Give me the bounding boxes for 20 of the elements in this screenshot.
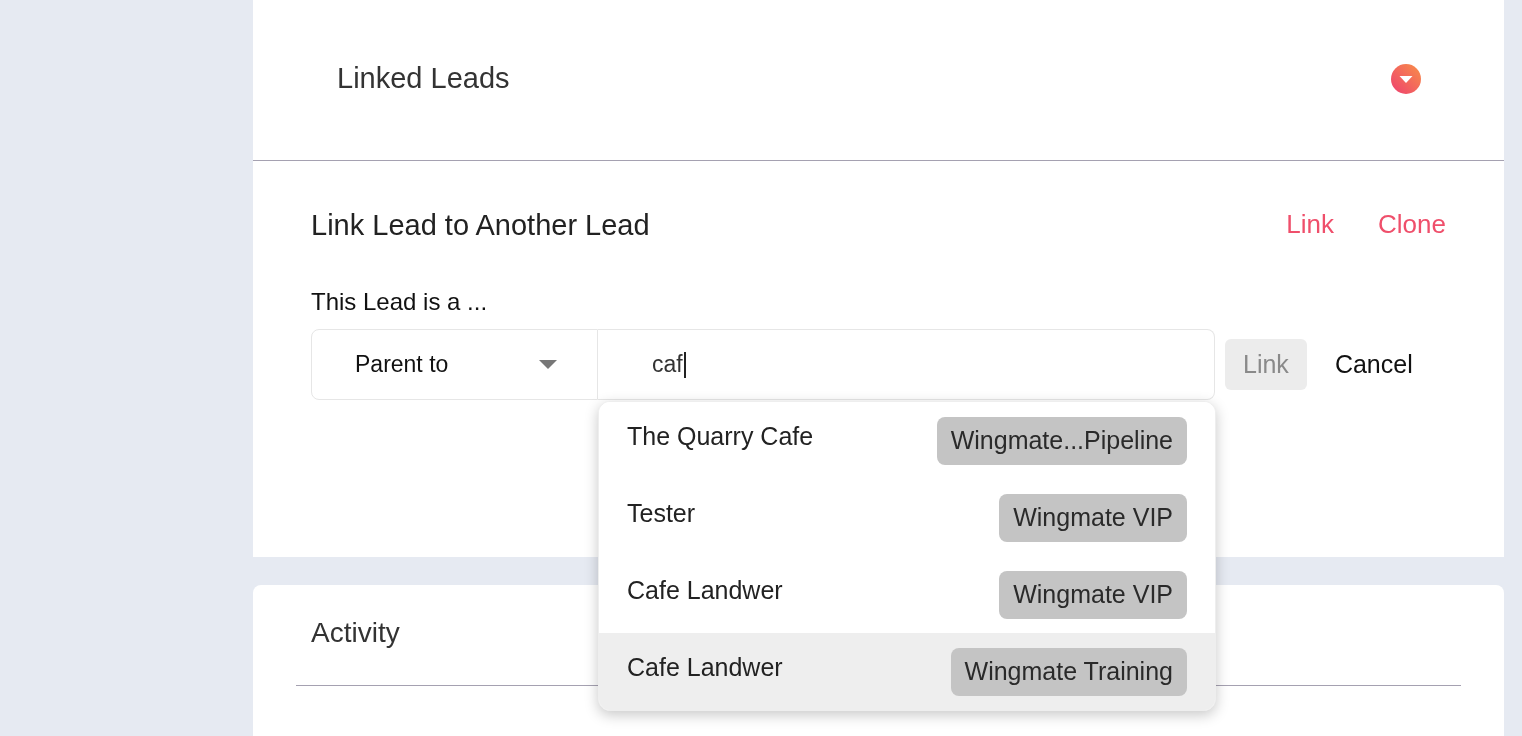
relation-select[interactable]: Parent to — [311, 329, 598, 400]
search-field[interactable]: caf — [598, 329, 1215, 400]
pipeline-tag: Wingmate Training — [950, 647, 1187, 696]
caret-icon — [539, 360, 557, 369]
pipeline-tag: Wingmate...Pipeline — [936, 416, 1187, 465]
result-item[interactable]: Cafe Landwer Wingmate VIP — [599, 556, 1215, 633]
cancel-button[interactable]: Cancel — [1316, 339, 1431, 390]
section-title: Link Lead to Another Lead — [311, 207, 650, 242]
dropdown-toggle-icon[interactable] — [1391, 64, 1421, 94]
relation-label: This Lead is a ... — [311, 288, 488, 315]
action-link[interactable]: Link — [1286, 205, 1335, 244]
pipeline-tag: Wingmate VIP — [999, 493, 1187, 542]
activity-title: Activity — [311, 617, 400, 648]
text-cursor — [683, 351, 686, 378]
action-link[interactable]: Clone — [1378, 205, 1446, 244]
panel-title: Linked Leads — [337, 61, 510, 97]
pipeline-tag: Wingmate VIP — [999, 570, 1187, 619]
result-item[interactable]: Cafe Landwer Wingmate Training — [599, 633, 1215, 710]
result-item[interactable]: Tester Wingmate VIP — [599, 479, 1215, 556]
result-item[interactable]: The Quarry Cafe Wingmate...Pipeline — [599, 402, 1215, 479]
